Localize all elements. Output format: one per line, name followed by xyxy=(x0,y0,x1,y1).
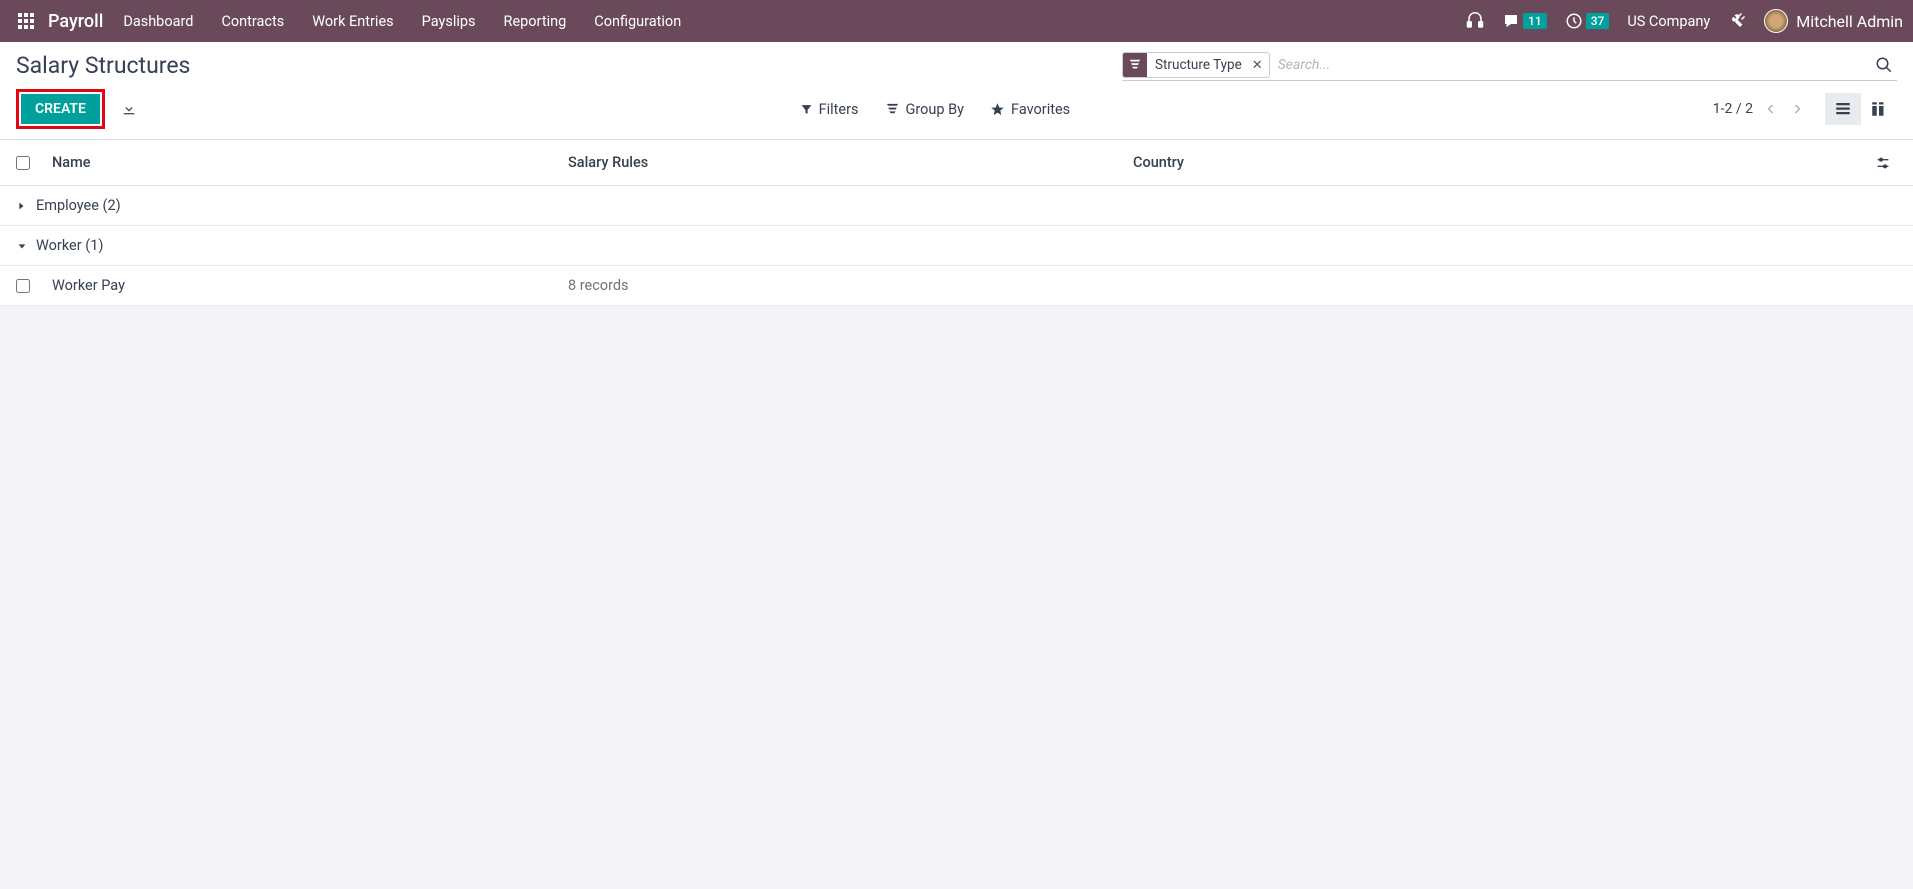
favorites-label: Favorites xyxy=(1011,101,1070,118)
nav-left: Payroll Dashboard Contracts Work Entries… xyxy=(10,0,681,42)
caret-right-icon xyxy=(16,200,30,212)
page-title: Salary Structures xyxy=(16,52,190,79)
facet-label: Structure Type xyxy=(1147,57,1250,73)
cp-top: Salary Structures Structure Type ✕ xyxy=(0,42,1913,85)
messages-icon[interactable]: 11 xyxy=(1502,12,1547,30)
nav-item-reporting[interactable]: Reporting xyxy=(504,13,567,30)
groupby-button[interactable]: Group By xyxy=(885,101,965,118)
search-area: Structure Type ✕ xyxy=(190,52,1897,81)
list-table: Name Salary Rules Country Employee (2) W… xyxy=(0,140,1913,306)
search-box: Structure Type ✕ xyxy=(1122,52,1897,81)
nav-item-payslips[interactable]: Payslips xyxy=(422,13,476,30)
control-panel: Salary Structures Structure Type ✕ Crea xyxy=(0,42,1913,140)
optional-columns-icon[interactable] xyxy=(1869,155,1897,171)
group-row-worker[interactable]: Worker (1) xyxy=(0,226,1913,266)
pager-range[interactable]: 1-2 / 2 xyxy=(1713,101,1753,117)
kanban-view-icon[interactable] xyxy=(1861,93,1897,125)
search-icon[interactable] xyxy=(1871,56,1897,74)
groupby-label: Group By xyxy=(906,101,965,118)
cp-left: Create xyxy=(16,89,141,129)
pager-prev-icon[interactable] xyxy=(1763,100,1779,118)
nav-item-work-entries[interactable]: Work Entries xyxy=(312,13,393,30)
activities-badge: 37 xyxy=(1586,13,1610,29)
avatar xyxy=(1764,9,1788,33)
row-checkbox[interactable] xyxy=(16,279,30,293)
column-salary-rules[interactable]: Salary Rules xyxy=(568,154,1133,171)
pager: 1-2 / 2 xyxy=(1713,100,1805,118)
activities-icon[interactable]: 37 xyxy=(1565,12,1610,30)
create-highlight: Create xyxy=(16,89,105,129)
nav-item-contracts[interactable]: Contracts xyxy=(221,13,284,30)
table-row[interactable]: Worker Pay 8 records xyxy=(0,266,1913,306)
select-all-checkbox[interactable] xyxy=(16,156,30,170)
download-icon[interactable] xyxy=(117,97,141,121)
company-selector[interactable]: US Company xyxy=(1627,13,1710,30)
nav-menu: Dashboard Contracts Work Entries Payslip… xyxy=(123,13,681,30)
facet-remove-icon[interactable]: ✕ xyxy=(1250,58,1269,73)
group-row-employee[interactable]: Employee (2) xyxy=(0,186,1913,226)
user-name: Mitchell Admin xyxy=(1796,12,1903,31)
cp-center: Filters Group By Favorites xyxy=(784,101,1071,118)
nav-item-dashboard[interactable]: Dashboard xyxy=(123,13,193,30)
group-label: Worker (1) xyxy=(36,237,103,254)
groupby-facet-icon xyxy=(1123,52,1147,78)
group-label: Employee (2) xyxy=(36,197,121,214)
cell-name: Worker Pay xyxy=(48,277,568,294)
debug-icon[interactable] xyxy=(1728,12,1746,30)
search-input[interactable] xyxy=(1270,53,1871,77)
user-menu[interactable]: Mitchell Admin xyxy=(1764,9,1903,33)
list-view-icon[interactable] xyxy=(1825,93,1861,125)
row-checkbox-col xyxy=(16,279,48,293)
filters-label: Filters xyxy=(819,101,859,118)
column-country[interactable]: Country xyxy=(1133,154,1869,171)
favorites-button[interactable]: Favorites xyxy=(990,101,1070,118)
top-navbar: Payroll Dashboard Contracts Work Entries… xyxy=(0,0,1913,42)
apps-icon[interactable] xyxy=(10,0,42,42)
column-name[interactable]: Name xyxy=(48,154,568,171)
cp-right: 1-2 / 2 xyxy=(1713,93,1897,125)
messages-badge: 11 xyxy=(1523,13,1547,29)
nav-right: 11 37 US Company Mitchell Admin xyxy=(1466,9,1903,33)
app-brand[interactable]: Payroll xyxy=(48,11,103,32)
cell-salary-rules: 8 records xyxy=(568,277,1133,294)
cp-bottom: Create Filters Group By Favorites 1-2 / … xyxy=(0,85,1913,139)
search-facet: Structure Type ✕ xyxy=(1122,52,1270,78)
support-icon[interactable] xyxy=(1466,12,1484,30)
header-checkbox-col xyxy=(16,156,48,170)
table-header: Name Salary Rules Country xyxy=(0,140,1913,186)
caret-down-icon xyxy=(16,241,30,251)
filters-button[interactable]: Filters xyxy=(800,101,859,118)
view-switcher xyxy=(1825,93,1897,125)
nav-item-configuration[interactable]: Configuration xyxy=(594,13,681,30)
pager-next-icon[interactable] xyxy=(1789,100,1805,118)
create-button[interactable]: Create xyxy=(21,94,100,124)
